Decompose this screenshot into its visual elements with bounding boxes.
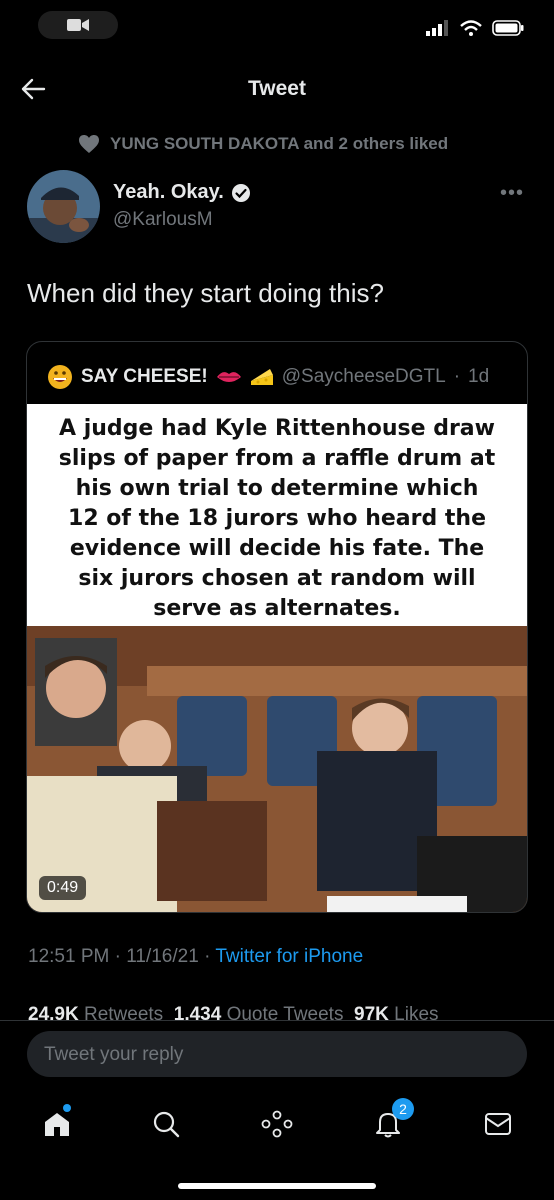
notifications-badge: 2 — [392, 1098, 414, 1120]
video-media[interactable]: A judge had Kyle Rittenhouse draw slips … — [27, 404, 527, 912]
tab-home[interactable] — [35, 1102, 79, 1146]
signal-icon — [426, 20, 448, 36]
quote-age: 1d — [468, 366, 490, 387]
verified-badge-icon — [231, 183, 250, 202]
camera-icon — [67, 19, 89, 31]
home-icon — [45, 1113, 69, 1136]
tab-notifications[interactable]: 2 — [366, 1098, 414, 1146]
mail-icon — [485, 1113, 511, 1135]
quote-avatar[interactable] — [47, 364, 73, 390]
reply-placeholder: Tweet your reply — [44, 1044, 184, 1065]
spaces-icon — [261, 1110, 293, 1138]
tab-spaces[interactable] — [255, 1102, 299, 1146]
quote-header: SAY CHEESE! @SaycheeseDGTL · 1d — [47, 364, 489, 390]
courtroom-photo — [27, 626, 527, 912]
page-title: Tweet — [248, 77, 306, 100]
quotes-count: 1,434 — [173, 1004, 222, 1020]
cheese-emoji-icon — [250, 369, 273, 385]
video-duration: 0:49 — [39, 876, 87, 900]
likes-count: 97K — [354, 1004, 389, 1020]
retweets-label: Retweets — [83, 1004, 164, 1020]
search-icon — [153, 1111, 180, 1138]
home-notification-dot — [63, 1104, 71, 1112]
tweet-text: When did they start doing this? — [27, 278, 384, 308]
tweet-time: 12:51 PM — [28, 946, 110, 967]
quote-author-name: SAY CHEESE! — [81, 366, 208, 387]
wifi-icon — [460, 20, 482, 36]
lips-emoji-icon — [216, 372, 241, 382]
divider — [0, 1020, 554, 1021]
likes-label: Likes — [394, 1004, 439, 1020]
tweet-stats: 24.9K Retweets 1,434 Quote Tweets 97K Li… — [28, 1004, 439, 1020]
quote-tweet-card[interactable]: SAY CHEESE! @SaycheeseDGTL · 1d A judge … — [26, 341, 528, 913]
author-display-name: Yeah. Okay. — [113, 181, 224, 203]
media-caption-panel: A judge had Kyle Rittenhouse draw slips … — [27, 404, 527, 626]
home-indicator — [178, 1183, 376, 1189]
media-caption: A judge had Kyle Rittenhouse draw slips … — [58, 416, 496, 621]
status-icons — [426, 20, 524, 36]
quotes-stat[interactable]: 1,434 Quote Tweets — [174, 1004, 344, 1020]
battery-icon — [492, 20, 524, 36]
tab-search[interactable] — [144, 1102, 188, 1146]
tweet-source[interactable]: Twitter for iPhone — [215, 946, 363, 967]
social-context[interactable]: YUNG SOUTH DAKOTA and 2 others liked — [78, 134, 448, 154]
author-name-row[interactable]: Yeah. Okay. — [113, 181, 251, 204]
camera-indicator-pill — [38, 11, 118, 39]
quote-separator: · — [453, 366, 461, 387]
quotes-label: Quote Tweets — [226, 1004, 344, 1020]
retweets-count: 24.9K — [28, 1004, 79, 1020]
tweet-metadata: 12:51 PM · 11/16/21 · Twitter for iPhone — [28, 946, 364, 967]
heart-icon — [79, 135, 99, 153]
tweet-date: 11/16/21 — [126, 946, 199, 967]
retweets-stat[interactable]: 24.9K Retweets — [28, 1004, 163, 1020]
likes-stat[interactable]: 97K Likes — [354, 1004, 439, 1020]
social-context-text: YUNG SOUTH DAKOTA and 2 others liked — [110, 134, 449, 153]
reply-input[interactable]: Tweet your reply — [27, 1031, 527, 1077]
tab-messages[interactable] — [476, 1102, 520, 1146]
more-options-icon[interactable]: ••• — [500, 182, 524, 205]
quote-author-handle: @SaycheeseDGTL — [281, 366, 446, 387]
author-handle[interactable]: @KarlousM — [113, 209, 213, 231]
avatar[interactable] — [27, 170, 100, 243]
bottom-tab-bar: 2 — [0, 1090, 554, 1160]
